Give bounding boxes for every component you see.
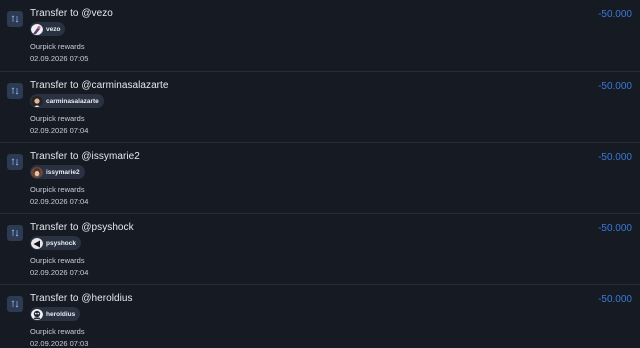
transaction-amount: -50.000 bbox=[598, 223, 632, 234]
transaction-row[interactable]: Transfer to @issymarie2 -50.000 issymari… bbox=[0, 143, 640, 214]
transaction-title: Transfer to @vezo bbox=[30, 8, 113, 19]
transaction-note: Ourpick rewards bbox=[30, 114, 85, 123]
transaction-note: Ourpick rewards bbox=[30, 327, 85, 336]
avatar-psyshock-icon bbox=[31, 237, 43, 249]
transfer-type-icon bbox=[7, 296, 23, 312]
transaction-row[interactable]: Transfer to @carminasalazarte -50.000 ca… bbox=[0, 72, 640, 143]
transaction-title: Transfer to @carminasalazarte bbox=[30, 80, 169, 91]
transaction-list: Transfer to @vezo -50.000 vezo Ourpick r… bbox=[0, 0, 640, 348]
transaction-time: 02.09.2026 07:04 bbox=[30, 268, 89, 277]
transaction-time: 02.09.2026 07:04 bbox=[30, 197, 89, 206]
transaction-note: Ourpick rewards bbox=[30, 42, 85, 51]
transfer-type-icon bbox=[7, 83, 23, 99]
transaction-time: 02.09.2026 07:03 bbox=[30, 339, 89, 348]
transaction-title: Transfer to @heroldius bbox=[30, 293, 133, 304]
avatar-vezo-icon bbox=[31, 23, 43, 35]
user-chip[interactable]: issymarie2 bbox=[30, 165, 85, 179]
avatar-issymarie2-icon bbox=[31, 166, 43, 178]
user-handle: carminasalazarte bbox=[46, 97, 99, 105]
user-handle: psyshock bbox=[46, 239, 76, 247]
transaction-amount: -50.000 bbox=[598, 152, 632, 163]
transaction-row[interactable]: Transfer to @psyshock -50.000 psyshock O… bbox=[0, 214, 640, 285]
transaction-note: Ourpick rewards bbox=[30, 185, 85, 194]
transaction-title: Transfer to @issymarie2 bbox=[30, 151, 140, 162]
transaction-title: Transfer to @psyshock bbox=[30, 222, 134, 233]
user-chip[interactable]: psyshock bbox=[30, 236, 81, 250]
transaction-amount: -50.000 bbox=[598, 294, 632, 305]
transfer-type-icon bbox=[7, 154, 23, 170]
transaction-row[interactable]: Transfer to @heroldius -50.000 heroldius… bbox=[0, 285, 640, 348]
user-handle: issymarie2 bbox=[46, 168, 80, 176]
transaction-note: Ourpick rewards bbox=[30, 256, 85, 265]
transaction-time: 02.09.2026 07:04 bbox=[30, 126, 89, 135]
user-handle: heroldius bbox=[46, 310, 76, 318]
user-chip[interactable]: heroldius bbox=[30, 307, 81, 321]
transfer-type-icon bbox=[7, 11, 23, 27]
user-chip[interactable]: vezo bbox=[30, 22, 66, 36]
transaction-amount: -50.000 bbox=[598, 81, 632, 92]
transfer-type-icon bbox=[7, 225, 23, 241]
transaction-time: 02.09.2026 07:05 bbox=[30, 54, 89, 63]
transaction-row[interactable]: Transfer to @vezo -50.000 vezo Ourpick r… bbox=[0, 0, 640, 71]
avatar-carminasalazarte-icon bbox=[31, 95, 43, 107]
user-chip[interactable]: carminasalazarte bbox=[30, 94, 104, 108]
transaction-amount: -50.000 bbox=[598, 9, 632, 20]
user-handle: vezo bbox=[46, 25, 61, 33]
avatar-heroldius-icon bbox=[31, 308, 43, 320]
